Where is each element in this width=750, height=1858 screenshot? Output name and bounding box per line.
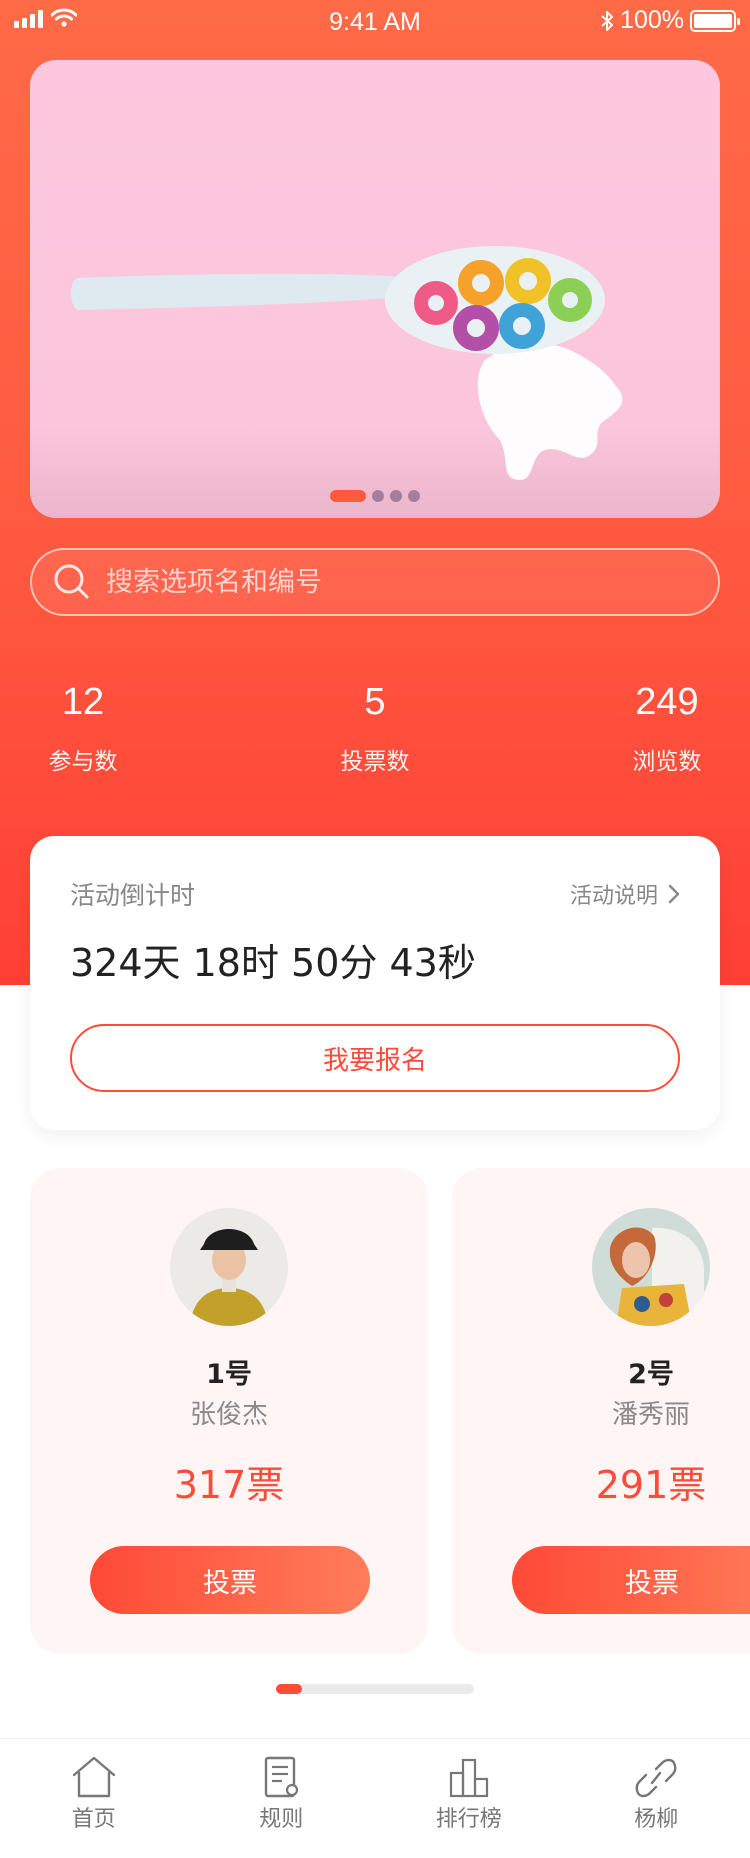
countdown-card: 活动倒计时 活动说明 324天 18时 50分 43秒 我要报名 xyxy=(30,836,720,1130)
banner-dot[interactable] xyxy=(390,490,402,502)
avatar-image xyxy=(170,1208,288,1326)
avatar xyxy=(592,1208,710,1326)
tab-label: 杨柳 xyxy=(634,1807,679,1832)
candidate-name: 张俊杰 xyxy=(189,1400,268,1430)
stat-label: 投票数 xyxy=(340,749,410,775)
candidate-card[interactable]: 1号 张俊杰 317票 投票 xyxy=(30,1168,428,1654)
stat-value: 5 xyxy=(364,681,386,723)
stat-participants: 12 参与数 xyxy=(0,680,208,776)
home-icon xyxy=(72,1756,115,1798)
banner-pagination xyxy=(30,490,720,502)
tab-rules[interactable]: 规则 xyxy=(188,1739,376,1858)
tab-label: 规则 xyxy=(259,1807,304,1832)
countdown-value: 324天 18时 50分 43秒 xyxy=(70,941,476,985)
tab-label: 首页 xyxy=(71,1807,116,1832)
candidate-number: 1号 xyxy=(206,1359,252,1390)
link-icon xyxy=(635,1758,677,1798)
search-input[interactable] xyxy=(106,566,718,598)
stat-value: 249 xyxy=(635,681,699,723)
stat-label: 参与数 xyxy=(48,749,118,775)
banner-image xyxy=(71,246,623,480)
rules-icon xyxy=(265,1756,299,1798)
battery-icon xyxy=(690,9,740,32)
scroll-indicator-thumb xyxy=(276,1684,302,1694)
candidate-votes: 317票 xyxy=(173,1463,285,1507)
banner-dot[interactable] xyxy=(408,490,420,502)
tab-yangliu[interactable]: 杨柳 xyxy=(563,1739,750,1858)
chevron-right-icon xyxy=(668,884,680,904)
search-bar[interactable] xyxy=(30,548,720,616)
signup-button[interactable]: 我要报名 xyxy=(70,1024,680,1092)
stat-views: 249 浏览数 xyxy=(542,680,750,776)
tab-bar: 首页 规则 排行榜 杨柳 xyxy=(0,1738,750,1858)
vote-button[interactable]: 投票 xyxy=(512,1546,750,1614)
bluetooth-icon xyxy=(601,10,614,31)
candidate-votes: 291票 xyxy=(595,1463,707,1507)
tab-home[interactable]: 首页 xyxy=(0,1739,188,1858)
banner-dot-active[interactable] xyxy=(330,490,366,502)
stat-votes: 5 投票数 xyxy=(250,680,500,776)
status-right: 100% xyxy=(600,6,740,35)
carousel-scroll-indicator xyxy=(276,1684,474,1694)
tab-label: 排行榜 xyxy=(435,1807,502,1832)
candidate-name: 潘秀丽 xyxy=(611,1400,690,1430)
avatar-image xyxy=(592,1208,710,1326)
countdown-title: 活动倒计时 xyxy=(70,881,196,910)
activity-info-link[interactable]: 活动说明 xyxy=(570,878,680,910)
candidate-card[interactable]: 2号 潘秀丽 291票 投票 xyxy=(452,1168,750,1654)
tab-ranking[interactable]: 排行榜 xyxy=(375,1739,563,1858)
avatar xyxy=(170,1208,288,1326)
stats-row: 12 参与数 5 投票数 249 浏览数 xyxy=(0,680,750,776)
search-icon xyxy=(54,564,89,599)
banner-carousel[interactable] xyxy=(30,60,720,518)
battery-percent: 100% xyxy=(620,6,684,34)
banner-dot[interactable] xyxy=(372,490,384,502)
stat-value: 12 xyxy=(61,681,105,723)
status-bar: 9:41 AM 100% xyxy=(0,0,750,44)
candidate-number: 2号 xyxy=(628,1359,674,1390)
ranking-icon xyxy=(449,1758,488,1798)
vote-button[interactable]: 投票 xyxy=(90,1546,370,1614)
activity-info-label: 活动说明 xyxy=(569,884,658,909)
stat-label: 浏览数 xyxy=(632,749,702,775)
candidate-carousel[interactable]: 1号 张俊杰 317票 投票 2号 潘秀丽 291票 投票 xyxy=(30,1168,750,1654)
